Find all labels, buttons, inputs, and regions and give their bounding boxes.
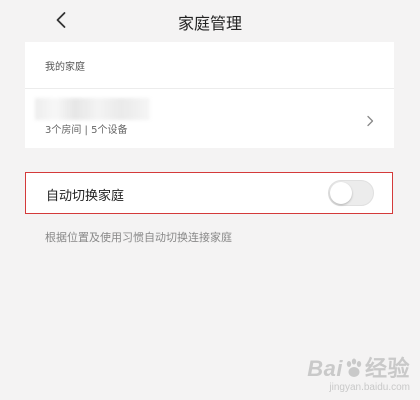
family-summary: 3个房间 | 5个设备 <box>45 125 128 136</box>
my-family-card: 我的家庭 3个房间 | 5个设备 <box>25 42 394 148</box>
auto-switch-family-row: 自动切换家庭 <box>25 172 393 214</box>
paw-icon <box>343 357 365 379</box>
watermark-url: jingyan.baidu.com <box>329 382 410 393</box>
section-label: 我的家庭 <box>45 62 85 73</box>
baidu-jingyan-watermark: Bai 经验 jingyan.baidu.com <box>307 357 410 394</box>
auto-switch-hint: 根据位置及使用习惯自动切换连接家庭 <box>45 231 232 244</box>
top-bar: 家庭管理 <box>0 0 420 40</box>
watermark-logo: Bai 经验 <box>307 356 410 381</box>
chevron-right-icon <box>364 114 376 128</box>
page-title: 家庭管理 <box>177 14 242 33</box>
auto-switch-label: 自动切换家庭 <box>46 189 125 204</box>
blurred-family-name <box>35 98 150 120</box>
auto-switch-toggle[interactable] <box>328 180 374 206</box>
family-list-item[interactable]: 3个房间 | 5个设备 <box>25 89 394 148</box>
toggle-knob <box>330 182 352 204</box>
